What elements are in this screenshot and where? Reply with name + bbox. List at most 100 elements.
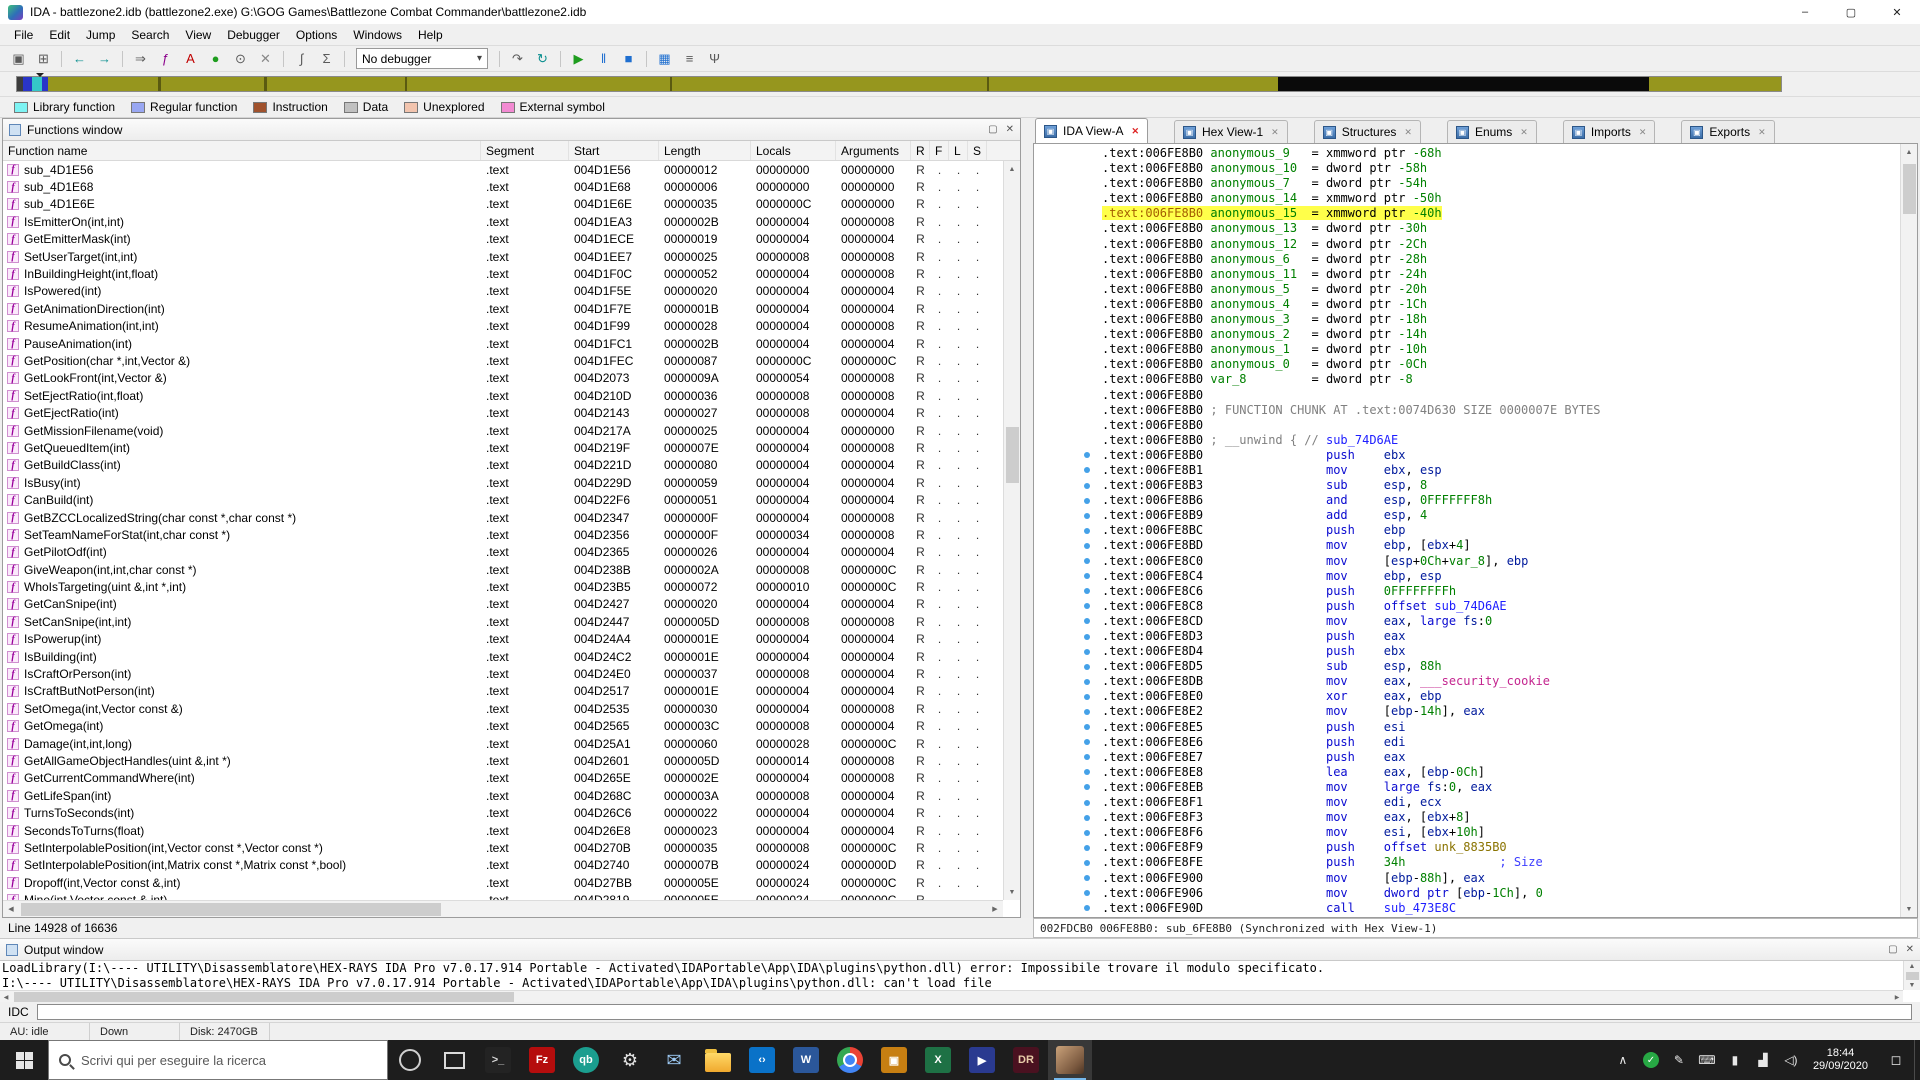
table-row[interactable]: fSetCanSnipe(int,int).text004D2447000000…	[3, 613, 1003, 630]
table-row[interactable]: fGetLifeSpan(int).text004D268C0000003A00…	[3, 787, 1003, 804]
table-row[interactable]: fResumeAnimation(int,int).text004D1F9900…	[3, 318, 1003, 335]
disasm-line[interactable]: .text:006FE8B0 var_8 = dword ptr -8	[1034, 372, 1900, 387]
menu-help[interactable]: Help	[410, 25, 451, 45]
terminal-icon[interactable]: >_	[476, 1040, 520, 1080]
desktops-icon[interactable]: ⊞	[32, 48, 55, 69]
tab-close-icon[interactable]: ✕	[1639, 127, 1647, 138]
debugger-select[interactable]: No debugger ▾	[356, 48, 488, 69]
table-row[interactable]: fTurnsToSeconds(int).text004D26C60000002…	[3, 804, 1003, 821]
stop-process-icon[interactable]: ■	[617, 48, 640, 69]
disasm-line[interactable]: .text:006FE8B0 anonymous_0 = dword ptr -…	[1034, 357, 1900, 372]
float-window-icon[interactable]: ▢	[1888, 944, 1897, 955]
table-row[interactable]: fIsPowerup(int).text004D24A40000001E0000…	[3, 631, 1003, 648]
disasm-line[interactable]: .text:006FE8B0 anonymous_1 = dword ptr -…	[1034, 342, 1900, 357]
task-view-icon[interactable]	[432, 1040, 476, 1080]
output-horizontal-scrollbar[interactable]: ◀ ▶	[0, 990, 1903, 1002]
column-header-arguments[interactable]: Arguments	[836, 141, 911, 160]
pause-process-icon[interactable]: ‖	[592, 48, 615, 69]
keyboard-icon[interactable]: ⌨	[1695, 1040, 1719, 1080]
disassembly-view[interactable]: .text:006FE8B0 anonymous_9 = xmmword ptr…	[1033, 143, 1918, 918]
menu-file[interactable]: File	[6, 25, 41, 45]
text-view-icon[interactable]: ≡	[678, 48, 701, 69]
cortana-icon[interactable]	[388, 1040, 432, 1080]
column-header-length[interactable]: Length	[659, 141, 751, 160]
table-row[interactable]: fDamage(int,int,long).text004D25A1000000…	[3, 735, 1003, 752]
menu-search[interactable]: Search	[123, 25, 177, 45]
scroll-right-icon[interactable]: ▶	[987, 901, 1003, 917]
tab-ida-view-a[interactable]: ▣IDA View-A✕	[1035, 118, 1148, 143]
maximize-button[interactable]: ▢	[1828, 0, 1874, 24]
disasm-line[interactable]: .text:006FE8B0	[1034, 418, 1900, 433]
column-header-r[interactable]: R	[911, 141, 930, 160]
disasm-line[interactable]: .text:006FE8F3 mov eax, [ebx+8]	[1034, 810, 1900, 825]
disasm-line[interactable]: .text:006FE8B0 anonymous_14 = xmmword pt…	[1034, 191, 1900, 206]
table-row[interactable]: fGetAnimationDirection(int).text004D1F7E…	[3, 300, 1003, 317]
quickbooks-icon[interactable]: qb	[564, 1040, 608, 1080]
table-row[interactable]: fIsBuilding(int).text004D24C20000001E000…	[3, 648, 1003, 665]
disasm-line[interactable]: .text:006FE8EB mov large fs:0, eax	[1034, 780, 1900, 795]
close-button[interactable]: ✕	[1874, 0, 1920, 24]
search-input[interactable]	[79, 1052, 377, 1069]
action-center-icon[interactable]: ◻	[1878, 1040, 1914, 1080]
close-window-icon[interactable]: ✕	[1006, 124, 1014, 135]
table-row[interactable]: fGetMissionFilename(void).text004D217A00…	[3, 422, 1003, 439]
photos-icon[interactable]: ▣	[872, 1040, 916, 1080]
disasm-line[interactable]: .text:006FE8B0 anonymous_4 = dword ptr -…	[1034, 297, 1900, 312]
tab-imports[interactable]: ▣Imports✕	[1563, 120, 1656, 143]
float-window-icon[interactable]: ▢	[988, 124, 997, 135]
disasm-line[interactable]: .text:006FE8D5 sub esp, 88h	[1034, 659, 1900, 674]
disasm-line[interactable]: .text:006FE8B0 anonymous_10 = dword ptr …	[1034, 161, 1900, 176]
column-header-locals[interactable]: Locals	[751, 141, 836, 160]
disasm-line[interactable]: .text:006FE8E6 push edi	[1034, 735, 1900, 750]
column-header-start[interactable]: Start	[569, 141, 659, 160]
tracing-icon[interactable]: ↷	[506, 48, 529, 69]
table-row[interactable]: fGetPosition(char *,int,Vector &).text00…	[3, 352, 1003, 369]
scroll-up-icon[interactable]: ▲	[1904, 961, 1920, 971]
disasm-line[interactable]: .text:006FE8E7 push eax	[1034, 750, 1900, 765]
output-log[interactable]: LoadLibrary(I:\---- UTILITY\Disassemblat…	[2, 961, 1903, 990]
disasm-line[interactable]: .text:006FE8B0 anonymous_13 = dword ptr …	[1034, 221, 1900, 236]
refresh-icon[interactable]: ↻	[531, 48, 554, 69]
functions-window-titlebar[interactable]: Functions window ▢ ✕	[3, 119, 1020, 141]
table-row[interactable]: fGetLookFront(int,Vector &).text004D2073…	[3, 370, 1003, 387]
table-row[interactable]: fCanBuild(int).text004D22F60000005100000…	[3, 491, 1003, 508]
table-row[interactable]: fPauseAnimation(int).text004D1FC10000002…	[3, 335, 1003, 352]
table-row[interactable]: fMine(int,Vector const &,int).text004D28…	[3, 891, 1003, 900]
tray-expand-icon[interactable]: ∧	[1611, 1040, 1635, 1080]
output-window-titlebar[interactable]: Output window ▢ ✕	[0, 939, 1920, 961]
table-row[interactable]: fGetQueuedItem(int).text004D219F0000007E…	[3, 439, 1003, 456]
disasm-line[interactable]: .text:006FE8D4 push ebx	[1034, 644, 1900, 659]
tab-close-icon[interactable]: ✕	[1758, 127, 1766, 138]
menu-options[interactable]: Options	[288, 25, 345, 45]
disasm-line[interactable]: .text:006FE8FE push 34h ; Size	[1034, 855, 1900, 870]
functions-vertical-scrollbar[interactable]: ▲ ▼	[1003, 161, 1020, 900]
tab-structures[interactable]: ▣Structures✕	[1314, 120, 1421, 143]
volume-icon[interactable]: ◁)	[1779, 1040, 1803, 1080]
scroll-down-icon[interactable]: ▼	[1901, 901, 1917, 917]
pen-icon[interactable]: ✎	[1667, 1040, 1691, 1080]
table-row[interactable]: fIsEmitterOn(int,int).text004D1EA3000000…	[3, 213, 1003, 230]
table-row[interactable]: fIsCraftOrPerson(int).text004D24E0000000…	[3, 665, 1003, 682]
disasm-line[interactable]: .text:006FE8E2 mov [ebp-14h], eax	[1034, 704, 1900, 719]
tab-hex-view-1[interactable]: ▣Hex View-1✕	[1174, 120, 1288, 143]
tab-close-icon[interactable]: ✕	[1520, 127, 1528, 138]
scrollbar-thumb[interactable]	[1906, 972, 1919, 980]
output-vertical-scrollbar[interactable]: ▲ ▼	[1903, 961, 1920, 990]
photo-thumbnail-icon[interactable]	[1048, 1040, 1092, 1080]
column-header-l[interactable]: L	[949, 141, 968, 160]
disasm-line[interactable]: .text:006FE906 mov dword ptr [ebp-1Ch], …	[1034, 886, 1900, 901]
disasm-line[interactable]: .text:006FE8B0 ; FUNCTION CHUNK AT .text…	[1034, 403, 1900, 418]
disasm-line[interactable]: .text:006FE8CD mov eax, large fs:0	[1034, 614, 1900, 629]
disasm-line[interactable]: .text:006FE8E8 lea eax, [ebp-0Ch]	[1034, 765, 1900, 780]
scroll-left-icon[interactable]: ◀	[3, 901, 19, 917]
scrollbar-thumb[interactable]	[14, 992, 514, 1002]
close-window-icon[interactable]: ✕	[1906, 944, 1914, 955]
navband-track[interactable]	[16, 76, 1782, 92]
flow-chart-icon[interactable]: Ψ	[703, 48, 726, 69]
save-database-icon[interactable]: ▣	[7, 48, 30, 69]
tab-close-icon[interactable]: ✕	[1271, 127, 1279, 138]
disasm-line[interactable]: .text:006FE8B0 anonymous_12 = dword ptr …	[1034, 237, 1900, 252]
vscode-icon[interactable]: ‹›	[740, 1040, 784, 1080]
names-window-icon[interactable]: ƒ	[154, 48, 177, 69]
graph-view-icon[interactable]: ▦	[653, 48, 676, 69]
